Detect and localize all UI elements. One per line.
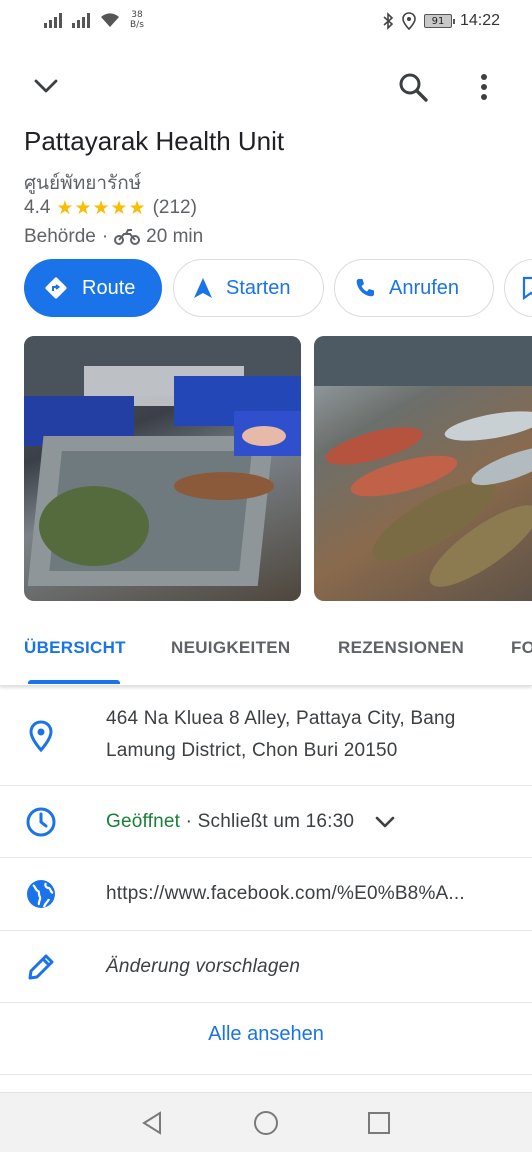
back-icon[interactable] bbox=[140, 1110, 166, 1136]
status-bar: 38 B/s 91 14:22 bbox=[0, 0, 532, 44]
category-row: Behörde · 20 min bbox=[24, 226, 203, 248]
directions-icon bbox=[45, 277, 67, 299]
start-navigation-button[interactable]: Starten bbox=[173, 259, 324, 317]
place-native-name: ศูนย์พัทยารักษ์ bbox=[24, 172, 142, 194]
place-photo-2[interactable] bbox=[314, 336, 532, 601]
review-count: (212) bbox=[152, 197, 197, 218]
star-rating: ★★★★★ bbox=[56, 197, 147, 219]
chevron-down-icon[interactable] bbox=[30, 72, 62, 100]
address-text: 464 Na Kluea 8 Alley, Pattaya City, Bang… bbox=[106, 708, 456, 761]
route-button[interactable]: Route bbox=[24, 259, 162, 317]
pencil-icon bbox=[28, 954, 54, 980]
tab-photos[interactable]: FO bbox=[511, 638, 532, 658]
website-link[interactable]: https://www.facebook.com/%E0%B8%A... bbox=[106, 878, 516, 910]
home-icon[interactable] bbox=[253, 1110, 279, 1136]
route-label: Route bbox=[82, 276, 136, 299]
open-status: Geöffnet bbox=[106, 811, 181, 832]
more-options-icon[interactable] bbox=[470, 70, 498, 104]
place-photo[interactable] bbox=[24, 336, 301, 601]
website-row[interactable]: https://www.facebook.com/%E0%B8%A... bbox=[0, 858, 532, 931]
suggest-edit-text: Änderung vorschlagen bbox=[106, 956, 301, 977]
call-label: Anrufen bbox=[389, 276, 460, 299]
separator: · bbox=[101, 226, 109, 247]
travel-time: 20 min bbox=[146, 226, 204, 247]
hours-separator: · bbox=[180, 811, 198, 832]
tab-overview[interactable]: ÜBERSICHT bbox=[24, 638, 126, 658]
active-tab-indicator bbox=[28, 680, 120, 684]
save-button[interactable] bbox=[504, 259, 532, 317]
action-chips: Route Starten Anrufen bbox=[24, 259, 532, 319]
system-nav-bar bbox=[0, 1092, 532, 1152]
tab-reviews[interactable]: REZENSIONEN bbox=[338, 638, 464, 658]
chevron-down-icon[interactable] bbox=[374, 815, 396, 829]
battery-icon: 91 bbox=[423, 14, 455, 28]
location-icon bbox=[402, 12, 416, 30]
signal-icon bbox=[44, 12, 62, 28]
tab-news[interactable]: NEUIGKEITEN bbox=[171, 638, 290, 658]
tab-bar: ÜBERSICHT NEUIGKEITEN REZENSIONEN FO bbox=[0, 622, 532, 686]
category-label: Behörde bbox=[24, 226, 96, 247]
net-speed: 38 B/s bbox=[130, 10, 144, 30]
see-all-row: Alle ansehen bbox=[0, 1003, 532, 1075]
call-button[interactable]: Anrufen bbox=[334, 259, 494, 317]
search-icon[interactable] bbox=[396, 70, 430, 104]
recents-icon[interactable] bbox=[366, 1110, 392, 1136]
address-row[interactable]: 464 Na Kluea 8 Alley, Pattaya City, Bang… bbox=[0, 687, 532, 786]
motorcycle-icon bbox=[114, 229, 141, 245]
clock-icon bbox=[26, 807, 56, 837]
start-label: Starten bbox=[226, 276, 291, 299]
globe-icon bbox=[27, 880, 55, 908]
phone-icon bbox=[356, 279, 374, 297]
see-all-button[interactable]: Alle ansehen bbox=[0, 1023, 532, 1046]
wifi-icon bbox=[101, 13, 119, 27]
hours-row[interactable]: Geöffnet · Schließt um 16:30 bbox=[0, 786, 532, 858]
app-bar bbox=[0, 60, 532, 112]
rating-row[interactable]: 4.4 ★★★★★ (212) bbox=[24, 197, 197, 219]
navigation-arrow-icon bbox=[194, 278, 212, 298]
bookmark-icon bbox=[522, 276, 532, 300]
closing-time: Schließt um 16:30 bbox=[197, 811, 355, 832]
signal-icon-2 bbox=[72, 12, 90, 28]
location-pin-icon bbox=[29, 720, 53, 753]
clock: 14:22 bbox=[459, 12, 500, 29]
bluetooth-icon bbox=[383, 12, 394, 30]
hours-text: Geöffnet · Schließt um 16:30 bbox=[106, 806, 396, 838]
rating-value: 4.4 bbox=[24, 197, 51, 218]
suggest-edit-row[interactable]: Änderung vorschlagen bbox=[0, 931, 532, 1003]
place-title: Pattayarak Health Unit bbox=[24, 126, 285, 156]
